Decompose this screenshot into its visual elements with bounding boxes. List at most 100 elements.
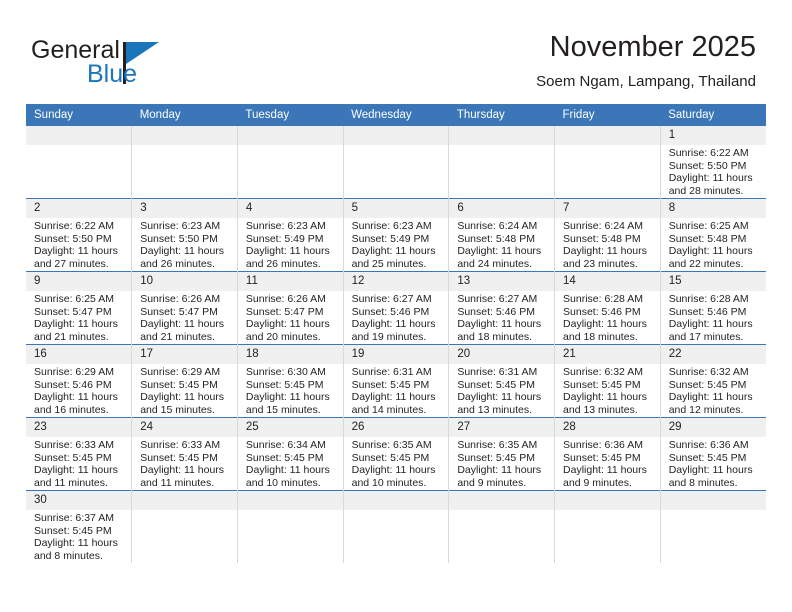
calendar-day-cell[interactable]: 17 Sunrise: 6:29 AM Sunset: 5:45 PM Dayli…	[131, 344, 238, 418]
weekday-header-wednesday: Wednesday	[343, 104, 449, 126]
day-number: 26	[343, 418, 448, 437]
day-number: 29	[660, 418, 766, 437]
sun-times-text	[449, 145, 553, 147]
sun-times-text	[344, 145, 448, 147]
sun-times-text	[661, 510, 766, 512]
calendar-day-cell[interactable]: 29 Sunrise: 6:36 AM Sunset: 5:45 PM Dayli…	[660, 417, 766, 491]
sun-times-text: Sunrise: 6:33 AM Sunset: 5:45 PM Dayligh…	[34, 439, 118, 489]
sun-times-text: Sunrise: 6:30 AM Sunset: 5:45 PM Dayligh…	[245, 366, 330, 416]
calendar-day-cell[interactable]: 12 Sunrise: 6:27 AM Sunset: 5:46 PM Dayli…	[343, 271, 450, 345]
weekday-header-monday: Monday	[131, 104, 238, 126]
calendar-day-cell[interactable]: 1 Sunrise: 6:22 AM Sunset: 5:50 PM Daylig…	[660, 126, 766, 199]
calendar-empty-cell	[660, 490, 766, 563]
sun-times-text: Sunrise: 6:24 AM Sunset: 5:48 PM Dayligh…	[457, 220, 542, 270]
day-number: 20	[449, 345, 554, 364]
sun-times-text: Sunrise: 6:31 AM Sunset: 5:45 PM Dayligh…	[351, 366, 436, 416]
sun-times-text: Sunrise: 6:32 AM Sunset: 5:45 PM Dayligh…	[668, 366, 753, 416]
page-subtitle: Soem Ngam, Lampang, Thailand	[536, 73, 756, 90]
sun-times-text	[132, 145, 236, 147]
calendar-day-cell[interactable]: 3 Sunrise: 6:23 AM Sunset: 5:50 PM Daylig…	[131, 198, 238, 272]
calendar-day-cell[interactable]: 16 Sunrise: 6:29 AM Sunset: 5:46 PM Dayli…	[26, 344, 133, 418]
sun-times-text: Sunrise: 6:26 AM Sunset: 5:47 PM Dayligh…	[140, 293, 225, 343]
weekday-header-friday: Friday	[554, 104, 661, 126]
calendar-day-cell[interactable]: 30 Sunrise: 6:37 AM Sunset: 5:45 PM Dayli…	[26, 490, 133, 563]
calendar-day-cell[interactable]: 18 Sunrise: 6:30 AM Sunset: 5:45 PM Dayli…	[237, 344, 344, 418]
sun-times-text	[344, 510, 448, 512]
calendar-day-cell[interactable]: 13 Sunrise: 6:27 AM Sunset: 5:46 PM Dayli…	[448, 271, 556, 345]
calendar-day-cell[interactable]: 19 Sunrise: 6:31 AM Sunset: 5:45 PM Dayli…	[343, 344, 450, 418]
sun-times-text	[238, 510, 342, 512]
day-number: 23	[26, 418, 131, 437]
calendar-day-cell[interactable]: 22 Sunrise: 6:32 AM Sunset: 5:45 PM Dayli…	[660, 344, 766, 418]
weekday-header-thursday: Thursday	[448, 104, 555, 126]
calendar-day-cell[interactable]: 5 Sunrise: 6:23 AM Sunset: 5:49 PM Daylig…	[343, 198, 450, 272]
calendar-day-cell[interactable]: 7 Sunrise: 6:24 AM Sunset: 5:48 PM Daylig…	[554, 198, 661, 272]
day-number: 1	[660, 126, 766, 145]
sun-times-text: Sunrise: 6:28 AM Sunset: 5:46 PM Dayligh…	[563, 293, 647, 343]
calendar-day-cell[interactable]: 10 Sunrise: 6:26 AM Sunset: 5:47 PM Dayli…	[131, 271, 238, 345]
calendar-day-cell[interactable]: 23 Sunrise: 6:33 AM Sunset: 5:45 PM Dayli…	[26, 417, 133, 491]
title-block: November 2025 Soem Ngam, Lampang, Thaila…	[536, 30, 756, 92]
day-number: 7	[555, 199, 660, 218]
day-number: 19	[343, 345, 448, 364]
day-number: 21	[555, 345, 660, 364]
day-number	[660, 491, 766, 510]
calendar-day-cell[interactable]: 20 Sunrise: 6:31 AM Sunset: 5:45 PM Dayli…	[448, 344, 556, 418]
calendar-day-cell[interactable]: 15 Sunrise: 6:28 AM Sunset: 5:46 PM Dayli…	[660, 271, 766, 345]
weekday-header-saturday: Saturday	[660, 104, 766, 126]
sun-times-text	[238, 145, 342, 147]
sun-times-text: Sunrise: 6:27 AM Sunset: 5:46 PM Dayligh…	[457, 293, 542, 343]
calendar-page: General Blue November 2025 Soem Ngam, La…	[0, 0, 792, 612]
calendar-day-cell[interactable]: 27 Sunrise: 6:35 AM Sunset: 5:45 PM Dayli…	[448, 417, 556, 491]
calendar-header-row: Sunday Monday Tuesday Wednesday Thursday Frid…	[26, 104, 766, 126]
sun-times-text: Sunrise: 6:35 AM Sunset: 5:45 PM Dayligh…	[457, 439, 542, 489]
calendar-body: 1 Sunrise: 6:22 AM Sunset: 5:50 PM Daylig…	[26, 126, 766, 563]
calendar-day-cell[interactable]: 4 Sunrise: 6:23 AM Sunset: 5:49 PM Daylig…	[237, 198, 344, 272]
calendar-week-row: 23 Sunrise: 6:33 AM Sunset: 5:45 PM Dayli…	[26, 417, 766, 491]
day-number: 11	[237, 272, 343, 291]
calendar-day-cell[interactable]: 14 Sunrise: 6:28 AM Sunset: 5:46 PM Dayli…	[554, 271, 661, 345]
day-number	[26, 126, 131, 145]
sun-times-text: Sunrise: 6:22 AM Sunset: 5:50 PM Dayligh…	[34, 220, 118, 270]
day-number: 8	[660, 199, 766, 218]
sun-times-text	[555, 510, 659, 512]
sun-times-text: Sunrise: 6:33 AM Sunset: 5:45 PM Dayligh…	[140, 439, 225, 489]
day-number: 16	[26, 345, 131, 364]
calendar-day-cell[interactable]: 28 Sunrise: 6:36 AM Sunset: 5:45 PM Dayli…	[554, 417, 661, 491]
day-number	[132, 126, 237, 145]
calendar-empty-cell	[343, 490, 450, 563]
calendar-empty-cell	[448, 490, 556, 563]
calendar-day-cell[interactable]: 25 Sunrise: 6:34 AM Sunset: 5:45 PM Dayli…	[237, 417, 344, 491]
sun-times-text: Sunrise: 6:36 AM Sunset: 5:45 PM Dayligh…	[563, 439, 647, 489]
calendar-day-cell[interactable]: 2 Sunrise: 6:22 AM Sunset: 5:50 PM Daylig…	[26, 198, 133, 272]
brand-logo[interactable]: General Blue	[31, 36, 241, 92]
day-number: 6	[449, 199, 554, 218]
sun-times-text: Sunrise: 6:22 AM Sunset: 5:50 PM Dayligh…	[668, 147, 753, 197]
sun-times-text	[132, 510, 236, 512]
calendar-day-cell[interactable]: 11 Sunrise: 6:26 AM Sunset: 5:47 PM Dayli…	[237, 271, 344, 345]
day-number: 17	[132, 345, 237, 364]
calendar-day-cell[interactable]: 21 Sunrise: 6:32 AM Sunset: 5:45 PM Dayli…	[554, 344, 661, 418]
sun-times-text: Sunrise: 6:26 AM Sunset: 5:47 PM Dayligh…	[245, 293, 330, 343]
sun-times-text: Sunrise: 6:23 AM Sunset: 5:50 PM Dayligh…	[140, 220, 225, 270]
calendar-day-cell[interactable]: 24 Sunrise: 6:33 AM Sunset: 5:45 PM Dayli…	[131, 417, 238, 491]
day-number: 24	[132, 418, 237, 437]
calendar-grid: Sunday Monday Tuesday Wednesday Thursday Frid…	[26, 104, 766, 563]
calendar-day-cell[interactable]: 26 Sunrise: 6:35 AM Sunset: 5:45 PM Dayli…	[343, 417, 450, 491]
day-number	[449, 491, 554, 510]
calendar-empty-cell	[237, 126, 344, 199]
calendar-day-cell[interactable]: 6 Sunrise: 6:24 AM Sunset: 5:48 PM Daylig…	[448, 198, 556, 272]
sun-times-text	[555, 145, 659, 147]
day-number: 22	[660, 345, 766, 364]
day-number: 30	[26, 491, 131, 510]
day-number	[237, 126, 343, 145]
sun-times-text: Sunrise: 6:35 AM Sunset: 5:45 PM Dayligh…	[351, 439, 436, 489]
calendar-empty-cell	[131, 490, 238, 563]
day-number	[237, 491, 343, 510]
calendar-day-cell[interactable]: 8 Sunrise: 6:25 AM Sunset: 5:48 PM Daylig…	[660, 198, 766, 272]
sun-times-text	[449, 510, 553, 512]
calendar-empty-cell	[26, 126, 133, 199]
calendar-day-cell[interactable]: 9 Sunrise: 6:25 AM Sunset: 5:47 PM Daylig…	[26, 271, 133, 345]
page-title: November 2025	[549, 31, 756, 63]
sun-times-text: Sunrise: 6:29 AM Sunset: 5:46 PM Dayligh…	[34, 366, 118, 416]
